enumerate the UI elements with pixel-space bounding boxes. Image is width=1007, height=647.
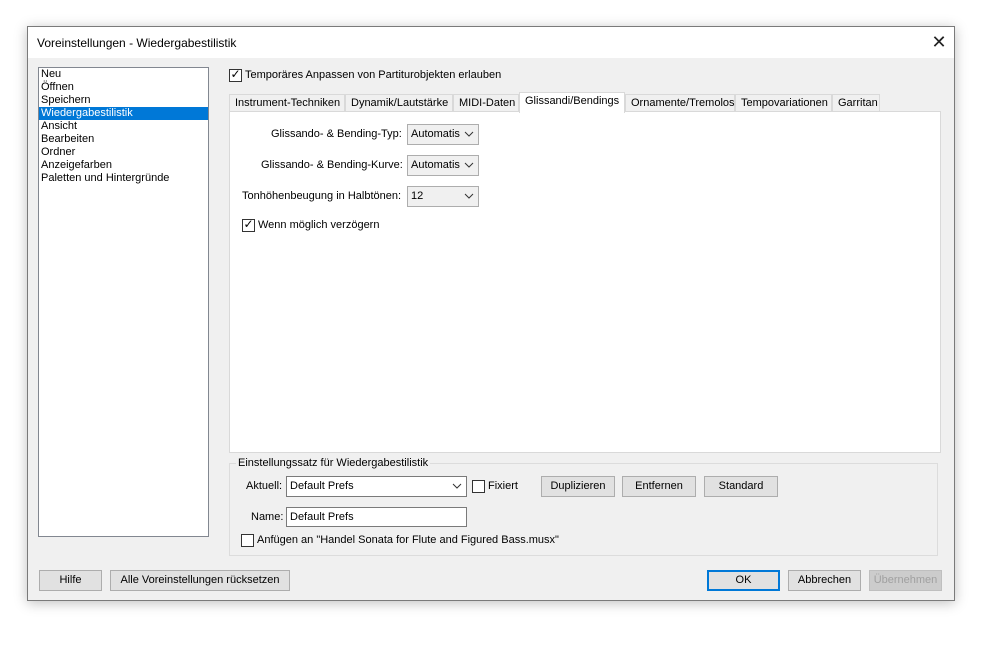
name-input-value: Default Prefs <box>290 511 354 523</box>
remove-button[interactable]: Entfernen <box>622 476 696 497</box>
chevron-down-icon <box>464 193 474 199</box>
help-button[interactable]: Hilfe <box>39 570 102 591</box>
sidebar-item-neu[interactable]: Neu <box>39 68 208 81</box>
gliss-curve-dropdown[interactable]: Automatis <box>407 155 479 176</box>
category-list[interactable]: Neu Öffnen Speichern Wiedergabestilistik… <box>38 67 209 537</box>
current-set-value: Default Prefs <box>290 480 354 492</box>
fixed-label: Fixiert <box>488 480 518 492</box>
cancel-button[interactable]: Abbrechen <box>788 570 861 591</box>
sidebar-item-speichern[interactable]: Speichern <box>39 94 208 107</box>
semitones-dropdown[interactable]: 12 <box>407 186 479 207</box>
chevron-down-icon <box>452 483 462 489</box>
name-label: Name: <box>251 511 284 523</box>
chevron-down-icon <box>464 162 474 168</box>
window-title: Voreinstellungen - Wiedergabestilistik <box>37 36 237 50</box>
glissandi-tab-panel: Glissando- & Bending-Typ: Automatis Glis… <box>229 111 941 453</box>
settings-set-legend: Einstellungssatz für Wiedergabestilistik <box>236 457 431 469</box>
sidebar-item-wiedergabestilistik[interactable]: Wiedergabestilistik <box>39 107 208 120</box>
tab-ornamente-tremolos[interactable]: Ornamente/Tremolos <box>625 94 735 111</box>
append-label: Anfügen an "Handel Sonata for Flute and … <box>257 534 559 546</box>
sidebar-item-anzeigefarben[interactable]: Anzeigefarben <box>39 159 208 172</box>
ok-button[interactable]: OK <box>707 570 780 591</box>
current-set-dropdown[interactable]: Default Prefs <box>286 476 467 497</box>
checkmark-icon: ✓ <box>243 217 254 231</box>
sidebar-item-paletten[interactable]: Paletten und Hintergründe <box>39 172 208 185</box>
gliss-curve-label: Glissando- & Bending-Kurve: <box>261 159 403 171</box>
name-input[interactable]: Default Prefs <box>286 507 467 527</box>
tab-tempovariationen[interactable]: Tempovariationen <box>735 94 832 111</box>
tab-garritan[interactable]: Garritan <box>832 94 880 111</box>
sidebar-item-ordner[interactable]: Ordner <box>39 146 208 159</box>
title-bar: Voreinstellungen - Wiedergabestilistik ✕ <box>28 27 954 58</box>
append-checkbox[interactable] <box>241 534 254 547</box>
temp-adjust-label: Temporäres Anpassen von Partiturobjekten… <box>245 69 502 81</box>
standard-button[interactable]: Standard <box>704 476 778 497</box>
delay-checkbox[interactable]: ✓ <box>242 217 255 232</box>
tab-midi-daten[interactable]: MIDI-Daten <box>453 94 519 111</box>
temp-adjust-checkbox[interactable]: ✓ <box>229 67 242 82</box>
semitones-label: Tonhöhenbeugung in Halbtönen: <box>242 190 402 202</box>
sidebar-item-bearbeiten[interactable]: Bearbeiten <box>39 133 208 146</box>
tab-glissandi-bendings[interactable]: Glissandi/Bendings <box>519 92 625 113</box>
reset-all-button[interactable]: Alle Voreinstellungen rücksetzen <box>110 570 290 591</box>
delay-label: Wenn möglich verzögern <box>258 219 380 231</box>
preferences-dialog: Voreinstellungen - Wiedergabestilistik ✕… <box>27 26 955 601</box>
close-icon[interactable]: ✕ <box>924 27 954 58</box>
gliss-curve-value: Automatis <box>411 159 460 171</box>
settings-set-group: Einstellungssatz für Wiedergabestilistik… <box>229 457 938 556</box>
apply-button[interactable]: Übernehmen <box>869 570 942 591</box>
semitones-value: 12 <box>411 190 424 202</box>
gliss-type-dropdown[interactable]: Automatis <box>407 124 479 145</box>
duplicate-button[interactable]: Duplizieren <box>541 476 615 497</box>
sidebar-item-ansicht[interactable]: Ansicht <box>39 120 208 133</box>
tab-instrument-techniken[interactable]: Instrument-Techniken <box>229 94 345 111</box>
tab-dynamik[interactable]: Dynamik/Lautstärke <box>345 94 453 111</box>
gliss-type-label: Glissando- & Bending-Typ: <box>271 128 402 140</box>
checkmark-icon: ✓ <box>230 67 241 81</box>
fixed-checkbox[interactable] <box>472 480 485 493</box>
chevron-down-icon <box>464 131 474 137</box>
sidebar-item-oeffnen[interactable]: Öffnen <box>39 81 208 94</box>
gliss-type-value: Automatis <box>411 128 460 140</box>
current-label: Aktuell: <box>246 480 283 492</box>
